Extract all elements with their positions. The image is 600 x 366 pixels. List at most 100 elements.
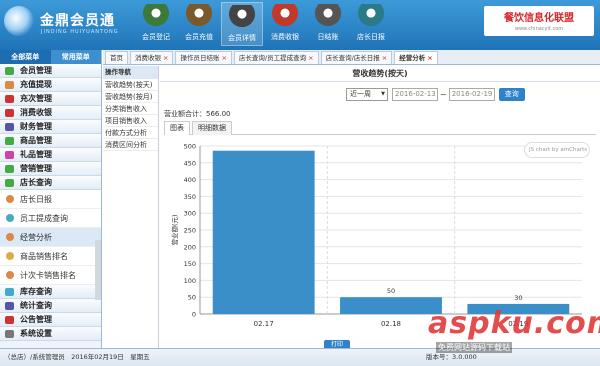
submenu-item-icon [6, 271, 14, 279]
data-label: 50 [387, 287, 395, 295]
x-tick-label: 02.18 [381, 320, 401, 328]
page-tab-label: 店长查询/员工提成查询 [238, 54, 307, 62]
data-label: 30 [514, 294, 522, 302]
menu-item[interactable]: 商品管理 [0, 134, 101, 148]
submenu-item[interactable]: 员工提成查询 [0, 209, 101, 228]
menu-item-label: 商品管理 [20, 136, 52, 145]
sidebar-tab-common[interactable]: 常用菜单 [50, 50, 101, 64]
partner-banner[interactable]: 餐饮信息化联盟 www.chinacyit.com [484, 6, 594, 36]
member-detail-icon [229, 5, 255, 31]
cash-register-icon [272, 4, 298, 30]
menu-item-label: 库存查询 [20, 287, 52, 296]
page-tab[interactable]: 操作员日结账 × [175, 51, 232, 64]
y-tick-label: 500 [184, 143, 196, 151]
page-tab-label: 消费收银 [135, 54, 161, 62]
menu-item-label: 消费收银 [20, 108, 52, 117]
sub-navigation: 操作导航 营收趋势(按天) 营收趋势(按月) 分类销售收入 项目销售收入 付款方式分析消… [103, 66, 159, 348]
menu-item[interactable]: 充次管理 [0, 92, 101, 106]
menu-item-label: 营销管理 [20, 164, 52, 173]
submenu-item[interactable]: 经营分析 [0, 228, 101, 247]
menu-item-icon [5, 81, 14, 89]
y-tick-label: 100 [184, 277, 196, 285]
toolbar-button-3[interactable]: 消费收银 [264, 2, 306, 46]
menu-item-label: 会员管理 [20, 66, 52, 75]
toolbar-button-0[interactable]: 会员登记 [135, 2, 177, 46]
close-icon[interactable]: × [163, 54, 168, 62]
menu-item[interactable]: 系统设置 [0, 327, 101, 341]
query-button[interactable]: 查询 [498, 88, 525, 101]
close-icon[interactable]: × [308, 54, 313, 62]
y-tick-label: 350 [184, 193, 196, 201]
menu-item-icon [5, 330, 14, 338]
submenu-item[interactable]: 商品销售排名 [0, 247, 101, 266]
menu-item-icon [5, 302, 14, 310]
close-icon[interactable]: × [382, 54, 387, 62]
toolbar-button-4[interactable]: 日结账 [307, 2, 349, 46]
menu-item[interactable]: 礼品管理 [0, 148, 101, 162]
subnav-item[interactable]: 分类销售收入 [103, 103, 158, 115]
toolbar-button-2[interactable]: 会员详情 [221, 2, 263, 46]
menu-item-icon [5, 179, 14, 187]
menu-item[interactable]: 充值提现 [0, 78, 101, 92]
page-tab[interactable]: 店长查询/店长日报 × [320, 51, 393, 64]
menu-item[interactable]: 店长查询 [0, 176, 101, 190]
y-tick-label: 250 [184, 227, 196, 235]
toolbar-button-1[interactable]: 会员充值 [178, 2, 220, 46]
y-tick-label: 50 [188, 294, 196, 302]
top-header: 金鼎会员通 JINDING HUIYUANTONG 会员登记 会员充值 会员详情 消费… [0, 0, 600, 50]
menu-item[interactable]: 库存查询 [0, 285, 101, 299]
brand-title: 金鼎会员通 [40, 13, 115, 29]
submenu-item-label: 商品销售排名 [20, 252, 68, 261]
close-icon[interactable]: × [221, 54, 226, 62]
menu-item-icon [5, 288, 14, 296]
toolbar-label: 会员充值 [185, 33, 213, 41]
toolbar-button-5[interactable]: 店长日报 [350, 2, 392, 46]
menu-item-icon [5, 316, 14, 324]
chart-credit[interactable]: JS chart by amCharts [524, 142, 590, 158]
menu-item-label: 充次管理 [20, 94, 52, 103]
menu-item-icon [5, 67, 14, 75]
sidebar-tab-all[interactable]: 全部菜单 [0, 50, 51, 64]
submenu-item[interactable]: 店长日报 [0, 190, 101, 209]
close-icon[interactable]: × [427, 54, 432, 62]
y-tick-label: 0 [192, 311, 196, 319]
date-to-input[interactable]: 2016-02-19 [448, 88, 495, 101]
page-tab[interactable]: 首页 [105, 51, 128, 64]
menu-item[interactable]: 公告管理 [0, 313, 101, 327]
page-tab-label: 经营分析 [399, 54, 426, 62]
page-tab[interactable]: 店长查询/员工提成查询 × [233, 51, 319, 64]
subnav-item[interactable]: 项目销售收入 [103, 115, 158, 127]
menu-item[interactable]: 统计查询 [0, 299, 101, 313]
submenu-item-icon [6, 195, 14, 203]
tab-chart[interactable]: 图表 [164, 121, 190, 135]
subnav-item[interactable]: 营收趋势(按月) [103, 91, 158, 103]
submenu-item-icon [6, 214, 14, 222]
page-tabs: 首页 消费收银 × 操作员日结账 × 店长查询/员工提成查询 × 店长查询/店长日报 × 经营分析… [103, 50, 600, 65]
menu-item-icon [5, 123, 14, 131]
date-from-input[interactable]: 2016-02-13 [392, 88, 438, 101]
toolbar-label: 会员详情 [228, 34, 256, 42]
menu-item[interactable]: 消费收银 [0, 106, 101, 120]
sidebar-scrollbar[interactable] [95, 240, 101, 300]
page-tab[interactable]: 消费收银 × [130, 51, 174, 64]
watermark: aspku.com [428, 306, 600, 341]
menu-item[interactable]: 营销管理 [0, 162, 101, 176]
submenu-item[interactable]: 计次卡销售排名 [0, 266, 101, 285]
logo-icon [4, 6, 34, 36]
tab-detail-data[interactable]: 明细数据 [192, 121, 232, 135]
menu-item[interactable]: 会员管理 [0, 64, 101, 78]
page-title: 营收趋势(按天) [160, 66, 600, 82]
menu-item-label: 系统设置 [20, 329, 52, 338]
subnav-item[interactable]: 付款方式分析 [103, 127, 158, 139]
brand-subtitle: JINDING HUIYUANTONG [41, 29, 119, 35]
subnav-item[interactable]: 消费区间分析 [103, 139, 158, 151]
manager-report-icon [358, 4, 384, 30]
subnav-item[interactable]: 营收趋势(按天) [103, 79, 158, 91]
page-tab[interactable]: 经营分析 × [394, 51, 438, 64]
page-tab-label: 首页 [110, 54, 123, 62]
revenue-total-value: 566.00 [206, 110, 231, 118]
y-tick-label: 400 [184, 176, 196, 184]
menu-item[interactable]: 财务管理 [0, 120, 101, 134]
period-select[interactable]: 近一周 [346, 88, 388, 101]
toolbar-label: 会员登记 [142, 33, 170, 41]
